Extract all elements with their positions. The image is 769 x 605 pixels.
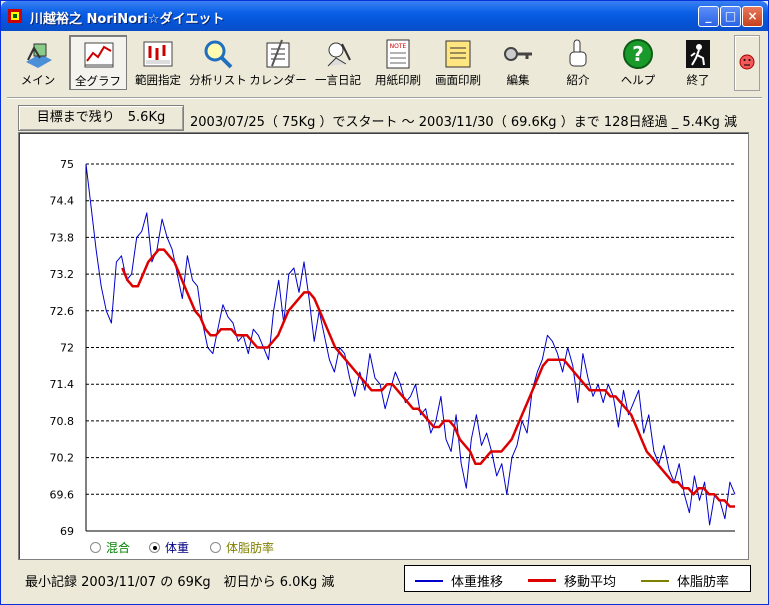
svg-text:NOTE: NOTE: [390, 43, 407, 50]
key-icon: [504, 47, 532, 61]
toolbar-all-graph-button[interactable]: 全グラフ: [69, 35, 127, 90]
mode-label-mixed: 混合: [106, 541, 131, 555]
toolbar-intro-button[interactable]: 紹介: [549, 35, 607, 90]
range-icon: [143, 41, 173, 67]
help-icon: ?: [623, 39, 653, 69]
graph-icon: [84, 42, 114, 68]
toolbar-exit-label: 終了: [686, 73, 710, 87]
toolbar-calendar-button[interactable]: カレンダー: [249, 35, 307, 90]
y-tick-label: 73.8: [50, 231, 75, 244]
y-tick-label: 69: [60, 525, 74, 538]
y-tick-label: 75: [60, 158, 74, 171]
window-title: 川越裕之 NoriNori☆ダイエット: [30, 12, 225, 27]
toolbar: メイン 全グラフ 範囲指定 分析リスト カレンダー 一言日記 NOTE 用紙印刷: [9, 35, 731, 91]
toolbar-help-button[interactable]: ? ヘルプ: [609, 35, 667, 90]
legend-label-weight: 体重推移: [451, 575, 504, 590]
y-tick-label: 70.2: [50, 452, 75, 465]
toolbar-diary-button[interactable]: 一言日記: [309, 35, 367, 90]
pointing-hand-icon: [569, 39, 587, 67]
weight-line: [85, 163, 736, 526]
legend-moving-average: 移動平均: [528, 571, 616, 590]
y-tick-label: 72.6: [50, 305, 75, 318]
chart-legend: 体重推移 移動平均 体脂肪率: [404, 565, 751, 592]
moving-average-line: [121, 248, 735, 508]
mode-radio-body-fat[interactable]: 体脂肪率: [210, 539, 274, 556]
toolbar-range-label: 範囲指定: [135, 73, 181, 87]
toolbar-analysis-list-label: 分析リスト: [189, 73, 247, 87]
radio-dot: [90, 542, 101, 553]
minimum-record: 最小記録 2003/11/07 の 69Kg 初日から 6.0Kg 減: [25, 575, 335, 590]
face-icon: [739, 54, 755, 70]
toolbar-paper-print-button[interactable]: NOTE 用紙印刷: [369, 35, 427, 90]
calendar-icon: [266, 39, 290, 68]
toolbar-all-graph-label: 全グラフ: [75, 74, 121, 88]
note-icon: NOTE: [386, 39, 410, 69]
status-face-panel: [734, 35, 760, 91]
weight-chart: 75 74.4 73.8 73.2 72.6 72 71.4 70.8 70.2 69.6 69: [18, 132, 749, 560]
toolbar-exit-button[interactable]: 終了: [669, 35, 727, 90]
toolbar-divider: [7, 97, 762, 99]
minimize-button[interactable]: _: [698, 6, 719, 27]
toolbar-analysis-list-button[interactable]: 分析リスト: [189, 35, 247, 90]
toolbar-main-button[interactable]: メイン: [9, 35, 67, 90]
mode-radio-weight[interactable]: 体重: [149, 539, 189, 556]
toolbar-help-label: ヘルプ: [620, 73, 656, 87]
y-tick-label: 72: [60, 342, 74, 355]
toolbar-screen-print-label: 画面印刷: [435, 73, 481, 87]
close-button[interactable]: ×: [742, 6, 763, 27]
toolbar-intro-label: 紹介: [566, 73, 590, 87]
legend-body-fat: 体脂肪率: [641, 571, 729, 590]
radio-dot: [149, 542, 160, 553]
toolbar-calendar-label: カレンダー: [249, 73, 307, 87]
legend-label-body-fat: 体脂肪率: [677, 575, 730, 590]
toolbar-main-label: メイン: [20, 73, 56, 87]
progress-summary: 2003/07/25（ 75Kg ）でスタート ～ 2003/11/30（ 69…: [190, 115, 737, 130]
svg-text:?: ?: [632, 42, 644, 66]
title-bar[interactable]: 川越裕之 NoriNori☆ダイエット _ □ ×: [1, 1, 768, 31]
toolbar-screen-print-button[interactable]: 画面印刷: [429, 35, 487, 90]
y-tick-label: 71.4: [50, 378, 75, 391]
toolbar-edit-label: 編集: [506, 73, 530, 87]
main-icon: [26, 43, 52, 68]
legend-swatch-weight: [415, 580, 443, 582]
maximize-button[interactable]: □: [720, 6, 741, 27]
y-tick-label: 70.8: [50, 415, 75, 428]
toolbar-diary-label: 一言日記: [315, 73, 361, 87]
legend-label-moving-average: 移動平均: [564, 575, 617, 590]
y-tick-label: 69.6: [50, 488, 75, 501]
memo-icon: [445, 40, 471, 68]
exit-icon: [686, 40, 710, 68]
mode-label-body-fat: 体脂肪率: [226, 541, 275, 555]
app-window: 川越裕之 NoriNori☆ダイエット _ □ × メイン 全グラフ 範囲指定 …: [0, 0, 769, 605]
magnifier-icon: [204, 40, 233, 69]
toolbar-paper-print-label: 用紙印刷: [375, 73, 421, 87]
target-remaining-button[interactable]: 目標まで残り 5.6Kg: [18, 105, 184, 131]
mode-radio-mixed[interactable]: 混合: [90, 539, 130, 556]
toolbar-range-button[interactable]: 範囲指定: [129, 35, 187, 90]
mode-label-weight: 体重: [165, 541, 190, 555]
legend-swatch-body-fat: [641, 580, 669, 582]
chart-canvas: 75 74.4 73.8 73.2 72.6 72 71.4 70.8 70.2 69.6 69: [50, 158, 736, 538]
y-tick-label: 73.2: [50, 268, 75, 281]
legend-weight: 体重推移: [415, 571, 503, 590]
legend-swatch-moving-average: [528, 579, 556, 582]
toolbar-edit-button[interactable]: 編集: [489, 35, 547, 90]
y-tick-label: 74.4: [50, 195, 75, 208]
diary-icon: [327, 42, 351, 67]
radio-dot: [210, 542, 221, 553]
app-icon: [8, 9, 22, 23]
